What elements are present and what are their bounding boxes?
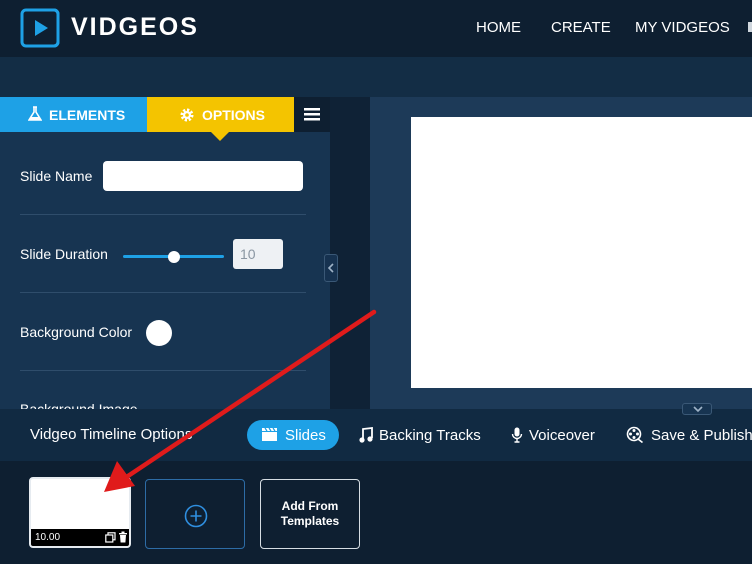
nav-create[interactable]: CREATE	[551, 19, 611, 36]
trash-icon[interactable]	[118, 531, 128, 543]
tab-options[interactable]: OPTIONS	[147, 97, 294, 141]
flask-icon	[28, 106, 42, 121]
divider	[20, 292, 306, 293]
nav-home[interactable]: HOME	[476, 19, 521, 36]
microphone-icon[interactable]	[511, 427, 523, 443]
slide-duration-label: Slide Duration	[20, 246, 108, 262]
slide-thumbnail-footer: 10.00	[31, 529, 129, 546]
tab-elements-label: ELEMENTS	[49, 107, 126, 123]
slide-thumbnail[interactable]: 10.00	[29, 477, 131, 548]
collapse-panel-button[interactable]	[324, 254, 338, 282]
divider	[20, 370, 306, 371]
save-publish-tab[interactable]: Save & Publish	[651, 427, 752, 444]
add-from-templates-label: Add From Templates	[280, 499, 340, 528]
duration-slider-handle[interactable]	[168, 251, 180, 263]
add-from-templates-button[interactable]: Add From Templates	[260, 479, 360, 549]
timeline-title: Vidgeo Timeline Options	[30, 426, 193, 443]
subheader-band	[0, 57, 752, 97]
gear-icon	[180, 108, 194, 122]
divider	[20, 214, 306, 215]
slide-canvas[interactable]	[411, 117, 752, 388]
add-slide-button[interactable]	[145, 479, 245, 549]
slides-tab-label: Slides	[285, 427, 326, 444]
background-image-label: Background Image	[20, 401, 138, 409]
expand-timeline-button[interactable]	[682, 403, 712, 415]
music-note-icon[interactable]	[359, 427, 373, 443]
tab-options-label: OPTIONS	[202, 107, 266, 123]
plus-circle-icon	[184, 504, 208, 528]
duplicate-icon[interactable]	[105, 532, 116, 543]
slide-duration-text: 10.00	[35, 532, 61, 543]
hamburger-icon	[304, 108, 320, 121]
background-color-swatch[interactable]	[146, 320, 172, 346]
background-color-label: Background Color	[20, 324, 133, 340]
slide-duration-input[interactable]	[233, 239, 283, 269]
voiceover-tab[interactable]: Voiceover	[529, 427, 595, 444]
slide-name-label: Slide Name	[20, 168, 93, 184]
clapperboard-icon	[262, 427, 277, 441]
backing-tracks-tab[interactable]: Backing Tracks	[379, 427, 481, 444]
play-logo-icon[interactable]	[20, 8, 60, 48]
chevron-left-icon	[327, 263, 334, 273]
nav-more-indicator[interactable]	[748, 22, 752, 32]
nav-my-vidgeos[interactable]: MY VIDGEOS	[635, 19, 730, 36]
brand-name[interactable]: VIDGEOS	[71, 13, 199, 42]
film-reel-icon[interactable]	[626, 426, 644, 443]
chevron-down-icon	[693, 406, 703, 413]
tab-elements[interactable]: ELEMENTS	[0, 97, 147, 132]
slide-name-input[interactable]	[103, 161, 303, 191]
panel-menu-button[interactable]	[294, 97, 330, 132]
